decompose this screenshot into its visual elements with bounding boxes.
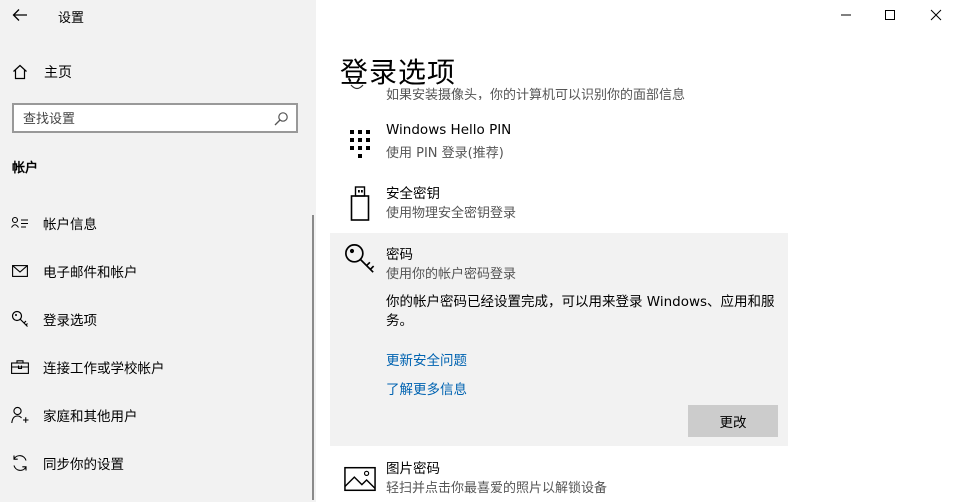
sidebar-item-sign-in-options[interactable]: 登录选项 xyxy=(0,299,310,339)
sidebar-item-family[interactable]: 家庭和其他用户 xyxy=(0,395,310,435)
sidebar-item-label: 帐户信息 xyxy=(43,217,97,233)
usb-key-icon xyxy=(344,186,376,222)
minimize-icon xyxy=(841,14,851,16)
sidebar-item-label: 连接工作或学校帐户 xyxy=(43,361,165,377)
option-title: 安全密钥 xyxy=(386,186,440,202)
sidebar-item-label: 家庭和其他用户 xyxy=(43,409,138,425)
password-option-panel[interactable]: 密码 使用你的帐户密码登录 你的帐户密码已经设置完成，可以用来登录 Window… xyxy=(330,233,788,446)
pin-keypad-icon xyxy=(344,126,376,162)
update-security-questions-link[interactable]: 更新安全问题 xyxy=(386,349,467,369)
main-content: 登录选项 如果安装摄像头，你的计算机可以识别你的面部信息 Windows Hel… xyxy=(316,0,954,502)
maximize-button[interactable] xyxy=(879,5,901,25)
key-icon xyxy=(10,309,30,329)
clipped-option-icon xyxy=(350,80,364,90)
sidebar-item-work-school[interactable]: 连接工作或学校帐户 xyxy=(0,347,310,387)
sidebar-scrollbar[interactable] xyxy=(312,215,314,500)
picture-icon xyxy=(344,461,376,497)
home-icon xyxy=(13,64,27,80)
option-picture-password[interactable]: 图片密码 轻扫并点击你最喜爱的照片以解锁设备 xyxy=(340,455,780,502)
option-subtitle: 使用 PIN 登录(推荐) xyxy=(386,146,504,161)
option-windows-hello-pin[interactable]: Windows Hello PIN 使用 PIN 登录(推荐) xyxy=(340,120,780,170)
key-icon xyxy=(344,241,376,277)
sidebar-item-sync[interactable]: 同步你的设置 xyxy=(0,443,310,483)
option-security-key[interactable]: 安全密钥 使用物理安全密钥登录 xyxy=(340,180,780,230)
sidebar-item-label: 电子邮件和帐户 xyxy=(43,265,138,281)
minimize-button[interactable] xyxy=(835,5,857,25)
sync-icon xyxy=(10,453,30,473)
home-nav-item[interactable]: 主页 xyxy=(12,62,72,82)
search-box[interactable] xyxy=(12,103,298,133)
back-arrow-icon xyxy=(12,9,27,21)
back-button[interactable] xyxy=(10,5,30,25)
search-input[interactable] xyxy=(23,110,263,128)
sidebar-item-label: 同步你的设置 xyxy=(43,457,124,473)
close-icon xyxy=(930,9,942,21)
close-button[interactable] xyxy=(925,5,947,25)
search-icon[interactable] xyxy=(273,111,289,127)
home-label: 主页 xyxy=(44,65,72,81)
option-title: 图片密码 xyxy=(386,461,440,477)
option-title: 密码 xyxy=(386,247,413,263)
clipped-option-text: 如果安装摄像头，你的计算机可以识别你的面部信息 xyxy=(386,88,686,100)
mail-icon xyxy=(10,261,30,281)
change-button[interactable]: 更改 xyxy=(688,405,778,437)
sidebar-item-label: 登录选项 xyxy=(43,313,97,329)
option-subtitle: 轻扫并点击你最喜爱的照片以解锁设备 xyxy=(386,481,608,496)
option-title: Windows Hello PIN xyxy=(386,122,512,138)
maximize-icon xyxy=(885,10,895,20)
briefcase-icon xyxy=(10,357,30,377)
sidebar-item-email[interactable]: 电子邮件和帐户 xyxy=(0,251,310,291)
clipped-option-row: 如果安装摄像头，你的计算机可以识别你的面部信息 xyxy=(340,80,780,100)
person-add-icon xyxy=(10,405,30,425)
password-description: 你的帐户密码已经设置完成，可以用来登录 Windows、应用和服务。 xyxy=(386,294,775,329)
option-subtitle: 使用物理安全密钥登录 xyxy=(386,206,517,221)
app-title: 设置 xyxy=(58,11,85,26)
sidebar: 设置 主页 帐户 帐户信息 电子邮件和帐户 登录选项 xyxy=(0,0,316,502)
learn-more-link[interactable]: 了解更多信息 xyxy=(386,378,467,398)
section-header: 帐户 xyxy=(12,161,39,176)
sidebar-item-account-info[interactable]: 帐户信息 xyxy=(0,203,310,243)
person-card-icon xyxy=(10,213,30,233)
option-subtitle: 使用你的帐户密码登录 xyxy=(386,267,517,282)
